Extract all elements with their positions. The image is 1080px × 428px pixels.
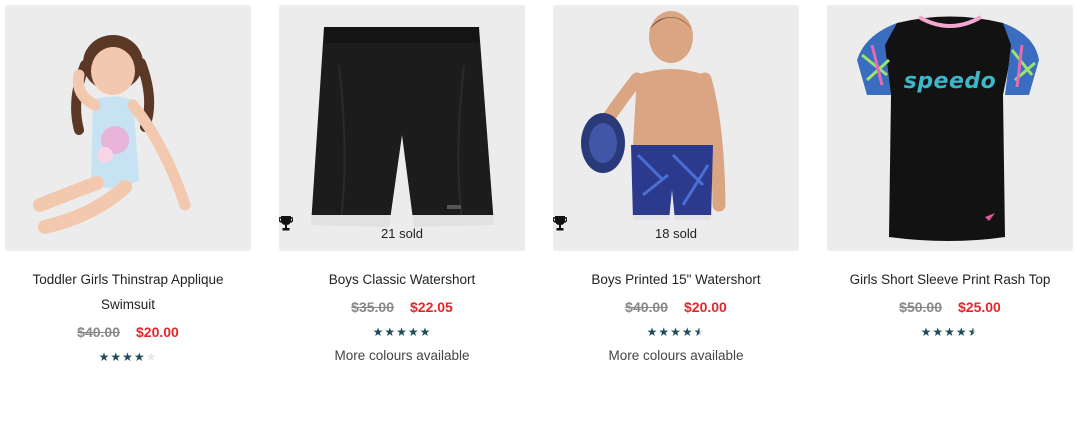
star-icon: ★	[646, 325, 659, 339]
product-image[interactable]: 21 sold	[279, 5, 525, 251]
product-title[interactable]: Girls Short Sleeve Print Rash Top	[827, 267, 1073, 292]
rating-stars[interactable]: ★★★★★	[5, 350, 251, 364]
product-prices: $35.00 $22.05	[279, 299, 525, 315]
star-icon: ★	[681, 325, 694, 339]
product-title[interactable]: Boys Classic Watershort	[279, 267, 525, 292]
speedo-logo: speedo	[903, 69, 997, 94]
original-price: $50.00	[899, 299, 942, 315]
star-icon: ★	[396, 325, 408, 339]
star-icon: ★	[372, 325, 385, 339]
product-prices: $50.00 $25.00	[827, 299, 1073, 315]
star-icon: ★	[920, 325, 933, 339]
product-image[interactable]: speedo	[827, 5, 1073, 251]
product-image[interactable]	[5, 5, 251, 251]
trophy-icon	[279, 216, 293, 231]
product-card[interactable]: speedo Girls Short Sleeve Print Rash Top…	[827, 5, 1073, 339]
product-prices: $40.00 $20.00	[553, 299, 799, 315]
product-card[interactable]: 21 sold Boys Classic Watershort $35.00 $2…	[279, 5, 525, 363]
product-title[interactable]: Boys Printed 15" Watershort	[553, 267, 799, 292]
sale-price: $22.05	[410, 299, 453, 315]
star-icon: ★	[384, 325, 397, 339]
star-icon: ★	[110, 350, 123, 364]
star-icon: ★	[658, 325, 671, 339]
star-icon: ★	[419, 325, 432, 339]
star-icon: ★	[955, 325, 968, 339]
rating-stars[interactable]: ★★★★★	[279, 325, 525, 339]
star-half-icon: ★	[967, 325, 980, 339]
product-prices: $40.00 $20.00	[5, 324, 251, 340]
sold-count-badge: 21 sold	[279, 215, 525, 251]
star-icon: ★	[407, 325, 420, 339]
original-price: $40.00	[625, 299, 668, 315]
star-icon: ★	[133, 350, 146, 364]
sold-count-badge: 18 sold	[553, 215, 799, 251]
product-image[interactable]: 18 sold	[553, 5, 799, 251]
more-colours-text: More colours available	[608, 348, 744, 363]
sale-price: $20.00	[136, 324, 179, 340]
original-price: $40.00	[77, 324, 120, 340]
sale-price: $25.00	[958, 299, 1001, 315]
original-price: $35.00	[351, 299, 394, 315]
star-icon: ★	[122, 350, 134, 364]
sale-price: $20.00	[684, 299, 727, 315]
star-icon: ★	[670, 325, 682, 339]
rating-stars[interactable]: ★★★★★	[827, 325, 1073, 339]
more-colours-text: More colours available	[334, 348, 470, 363]
sold-count-text: 18 sold	[655, 225, 697, 241]
product-card[interactable]: 18 sold Boys Printed 15" Watershort $40.…	[553, 5, 799, 363]
product-card[interactable]: Toddler Girls Thinstrap Applique Swimsui…	[5, 5, 251, 364]
star-icon: ★	[944, 325, 956, 339]
product-grid: Toddler Girls Thinstrap Applique Swimsui…	[0, 0, 1080, 428]
product-title[interactable]: Toddler Girls Thinstrap Applique Swimsui…	[5, 267, 251, 317]
star-empty-icon: ★	[145, 350, 158, 364]
rating-stars[interactable]: ★★★★★	[553, 325, 799, 339]
sold-count-text: 21 sold	[381, 225, 423, 241]
trophy-icon	[553, 216, 567, 231]
star-half-icon: ★	[693, 325, 706, 339]
star-icon: ★	[932, 325, 945, 339]
star-icon: ★	[98, 350, 111, 364]
